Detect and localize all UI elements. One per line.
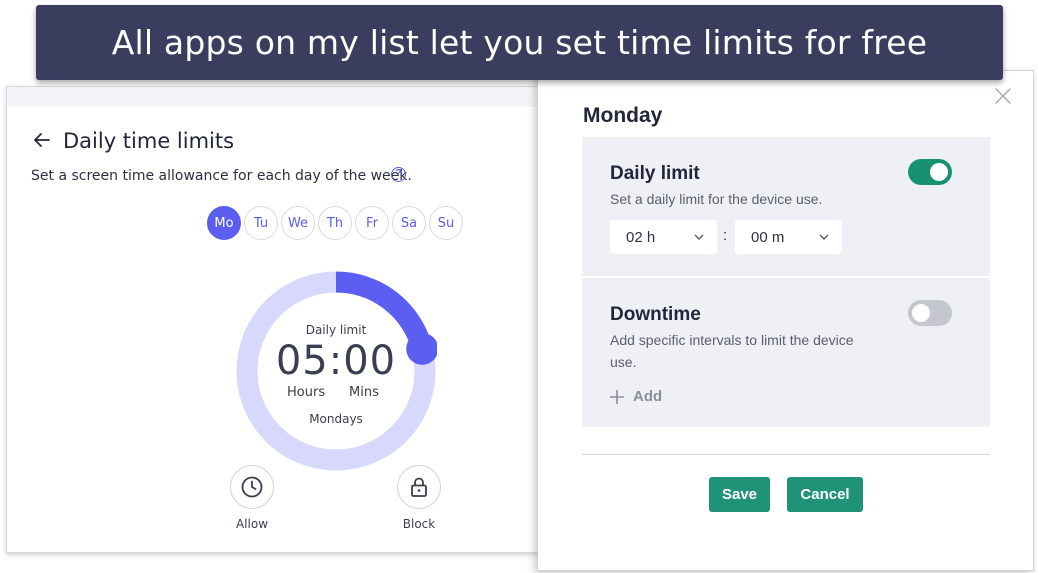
allow-button[interactable] [230, 465, 274, 509]
minutes-select-value: 00 m [751, 228, 785, 246]
back-arrow-icon[interactable] [31, 129, 53, 151]
save-button[interactable]: Save [709, 477, 770, 512]
daily-limit-description: Set a daily limit for the device use. [610, 191, 823, 207]
time-separator: : [723, 227, 728, 244]
dial-mins-label: Mins [349, 385, 379, 400]
footer-divider [582, 454, 990, 455]
toggle-knob [912, 304, 930, 322]
block-action[interactable]: Block [389, 465, 449, 531]
dial-readout: Daily limit 05:00 Hours Mins Mondays [235, 270, 437, 472]
daily-limit-toggle[interactable] [908, 159, 952, 185]
day-button-sa[interactable]: Sa [392, 206, 426, 240]
day-selector: Mo Tu We Th Fr Sa Su [207, 206, 463, 240]
day-button-fr[interactable]: Fr [355, 206, 389, 240]
cancel-button[interactable]: Cancel [787, 477, 863, 512]
downtime-description-line2: use. [610, 354, 637, 370]
close-icon[interactable] [992, 85, 1014, 107]
daily-limit-title: Daily limit [610, 163, 700, 184]
panel-top-band [7, 87, 550, 107]
block-button[interactable] [397, 465, 441, 509]
help-icon[interactable]: ? [391, 167, 406, 182]
dial-day-label: Mondays [309, 412, 363, 426]
toggle-knob [930, 163, 948, 181]
dial-hours-label: Hours [287, 385, 326, 400]
lock-icon [411, 477, 427, 497]
allow-action[interactable]: Allow [222, 465, 282, 531]
headline-banner: All apps on my list let you set time lim… [36, 5, 1003, 80]
hours-select[interactable]: 02 h [610, 220, 717, 254]
daily-limit-section: Daily limit Set a daily limit for the de… [582, 137, 990, 276]
downtime-section: Downtime Add specific intervals to limit… [582, 278, 990, 427]
block-label: Block [402, 517, 436, 531]
hours-select-value: 02 h [626, 228, 656, 246]
day-button-th[interactable]: Th [318, 206, 352, 240]
page-subtitle: Set a screen time allowance for each day… [31, 168, 412, 184]
chevron-down-icon [694, 234, 704, 241]
headline-text: All apps on my list let you set time lim… [111, 23, 928, 62]
day-button-tu[interactable]: Tu [244, 206, 278, 240]
dial-label: Daily limit [305, 323, 367, 337]
day-button-su[interactable]: Su [429, 206, 463, 240]
page-title: Daily time limits [63, 129, 235, 153]
downtime-toggle[interactable] [908, 300, 952, 326]
allow-label: Allow [235, 517, 269, 531]
chevron-down-icon [819, 234, 829, 241]
minutes-select[interactable]: 00 m [735, 220, 842, 254]
add-label: Add [633, 388, 663, 405]
day-settings-modal: Monday Daily limit Set a daily limit for… [537, 70, 1034, 571]
clock-icon [241, 476, 263, 498]
add-interval-button[interactable]: Add [609, 388, 662, 405]
downtime-description-line1: Add specific intervals to limit the devi… [610, 332, 854, 348]
dial-time-value: 05:00 [275, 338, 397, 384]
day-button-we[interactable]: We [281, 206, 315, 240]
modal-day-title: Monday [583, 104, 663, 127]
daily-time-limits-panel: Daily time limits Set a screen time allo… [6, 86, 551, 553]
day-button-mo[interactable]: Mo [207, 206, 241, 240]
downtime-title: Downtime [610, 304, 701, 325]
plus-icon [610, 389, 624, 404]
